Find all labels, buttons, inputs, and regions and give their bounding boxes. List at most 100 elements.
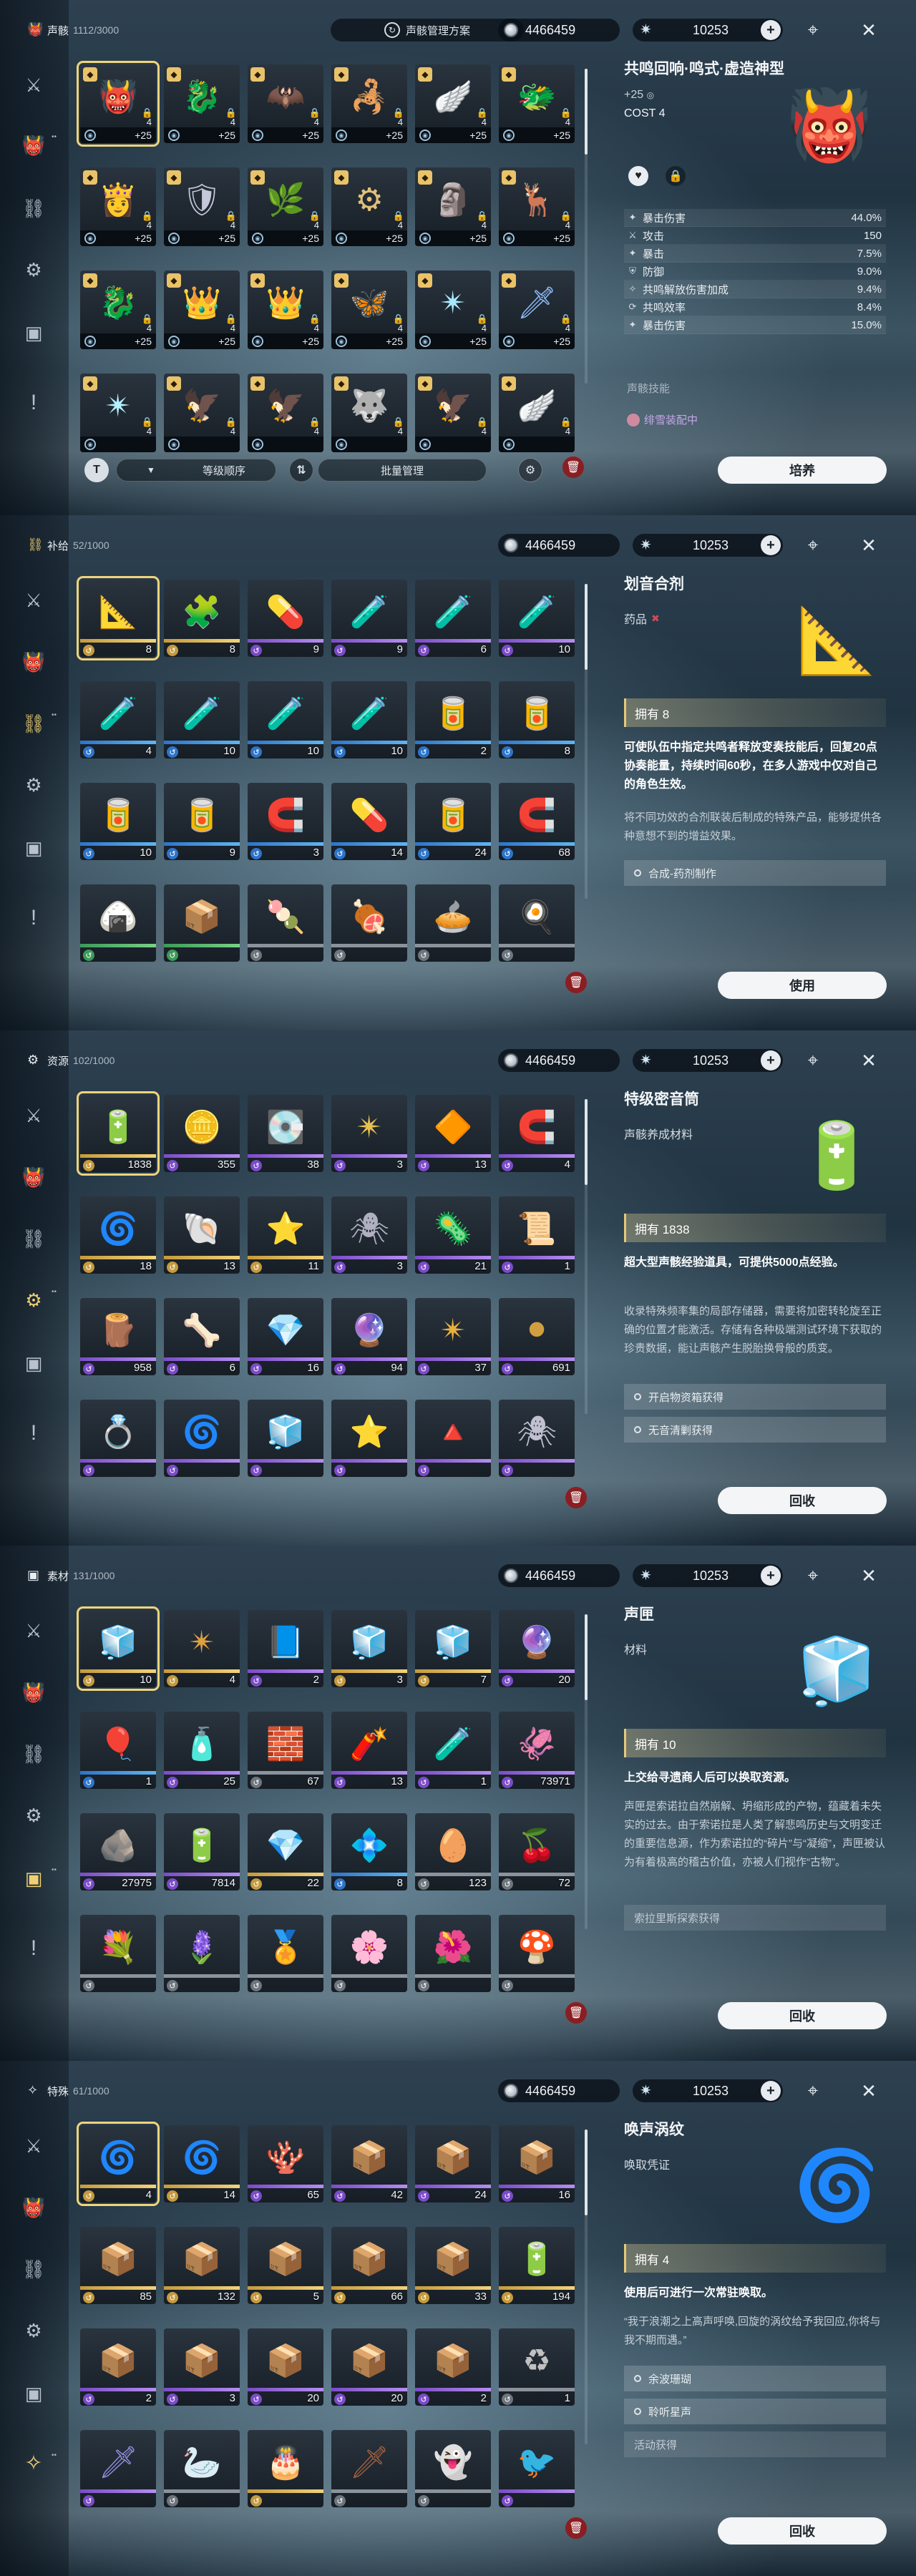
inventory-slot[interactable]: 🪨 27975 ↺: [80, 1813, 156, 1890]
inventory-slot[interactable]: ✴ 37 ↺: [415, 1298, 491, 1375]
inventory-slot[interactable]: 📦 20 ↺: [248, 2328, 323, 2406]
inventory-slot[interactable]: 💐 ↺: [80, 1915, 156, 1992]
inventory-slot[interactable]: 👸 ◆ 🔒 4 ◉ +25: [80, 167, 156, 246]
scheme-button[interactable]: ↻ 声骸管理方案: [331, 19, 524, 42]
inventory-slot[interactable]: 📦 85 ↺: [80, 2227, 156, 2304]
inventory-slot[interactable]: 💎 16 ↺: [248, 1298, 323, 1375]
inventory-slot[interactable]: 💠 8 ↺: [331, 1813, 407, 1890]
inventory-slot[interactable]: 🗡 ↺: [80, 2430, 156, 2507]
target-icon[interactable]: ⌖: [800, 1048, 826, 1073]
sidebar-echo-icon[interactable]: 👹: [20, 1163, 47, 1191]
inventory-slot[interactable]: 🧨 13 ↺: [331, 1712, 407, 1789]
inventory-slot[interactable]: 🧲 68 ↺: [499, 783, 575, 860]
discard-button[interactable]: 🗑: [565, 972, 587, 993]
inventory-slot[interactable]: 🧪 10 ↺: [248, 681, 323, 758]
inventory-slot[interactable]: ⚙ ◆ 🔒 4 ◉ +25: [331, 167, 407, 246]
inventory-slot[interactable]: 💊 9 ↺: [248, 580, 323, 657]
inventory-slot[interactable]: 🪸 65 ↺: [248, 2125, 323, 2202]
inventory-slot[interactable]: 🦌 ◆ 🔒 4 ◉ +25: [499, 167, 575, 246]
inventory-slot[interactable]: 🐲 ◆ 🔒 4 ◉ +25: [499, 64, 575, 143]
close-icon[interactable]: ✕: [856, 1048, 882, 1073]
grid-scrollbar[interactable]: [585, 2129, 588, 2444]
inventory-slot[interactable]: 📦 5 ↺: [248, 2227, 323, 2304]
inventory-slot[interactable]: 🧪 1 ↺: [415, 1712, 491, 1789]
filter-button[interactable]: T: [84, 458, 109, 482]
sidebar-echo-icon[interactable]: 👹: [20, 132, 47, 159]
inventory-slot[interactable]: 🐺 ◆ 🔒 4 ◉: [331, 374, 407, 452]
grid-scrollbar[interactable]: [585, 69, 588, 384]
inventory-slot[interactable]: 🌸 ↺: [331, 1915, 407, 1992]
inventory-slot[interactable]: 🗡 ◆ 🔒 4 ◉ +25: [499, 270, 575, 349]
inventory-slot[interactable]: 🌀 14 ↺: [164, 2125, 240, 2202]
recycle-button[interactable]: 回收: [718, 2002, 887, 2029]
inventory-slot[interactable]: 🐉 ◆ 🔒 4 ◉ +25: [164, 64, 240, 143]
inventory-slot[interactable]: 🕷 3 ↺: [331, 1196, 407, 1274]
grid-scrollbar[interactable]: [585, 1614, 588, 1929]
inventory-slot[interactable]: 🥫 10 ↺: [80, 783, 156, 860]
inventory-slot[interactable]: 👑 ◆ 🔒 4 ◉ +25: [164, 270, 240, 349]
recycle-button[interactable]: 回收: [718, 2517, 887, 2545]
inventory-slot[interactable]: 🐦 ↺: [499, 2430, 575, 2507]
close-icon[interactable]: ✕: [856, 17, 882, 43]
inventory-slot[interactable]: 🍳 ↺: [499, 884, 575, 962]
sidebar-echo-icon[interactable]: 👹: [20, 1679, 47, 1706]
inventory-slot[interactable]: 📦 3 ↺: [164, 2328, 240, 2406]
sidebar-weapon-icon[interactable]: ⚔: [20, 2132, 47, 2160]
close-icon[interactable]: ✕: [856, 532, 882, 558]
sidebar-supply-icon[interactable]: ⛓: [20, 710, 47, 737]
inventory-slot[interactable]: 🪵 958 ↺: [80, 1298, 156, 1375]
use-button[interactable]: 使用: [718, 972, 887, 999]
heart-icon[interactable]: ♥: [628, 166, 648, 186]
sidebar-material-icon[interactable]: ▣: [20, 2380, 47, 2407]
inventory-slot[interactable]: 🧪 10 ↺: [499, 580, 575, 657]
inventory-slot[interactable]: ✴ 3 ↺: [331, 1095, 407, 1172]
inventory-slot[interactable]: 🥫 9 ↺: [164, 783, 240, 860]
inventory-slot[interactable]: 🌀 18 ↺: [80, 1196, 156, 1274]
inventory-slot[interactable]: 🥫 2 ↺: [415, 681, 491, 758]
inventory-slot[interactable]: 🎈 1 ↺: [80, 1712, 156, 1789]
inventory-slot[interactable]: 📦 66 ↺: [331, 2227, 407, 2304]
inventory-slot[interactable]: 🦇 ◆ 🔒 4 ◉ +25: [248, 64, 323, 143]
sidebar-special-icon[interactable]: ✧: [20, 2450, 47, 2477]
inventory-slot[interactable]: 🧪 10 ↺: [164, 681, 240, 758]
inventory-slot[interactable]: 📦 20 ↺: [331, 2328, 407, 2406]
inventory-slot[interactable]: 🌿 ◆ 🔒 4 ◉ +25: [248, 167, 323, 246]
sidebar-echo-icon[interactable]: 👹: [20, 648, 47, 675]
inventory-slot[interactable]: 🗿 ◆ 🔒 4 ◉ +25: [415, 167, 491, 246]
inventory-slot[interactable]: 🍖 ↺: [331, 884, 407, 962]
source-item[interactable]: 合成-药剂制作: [624, 860, 886, 886]
inventory-slot[interactable]: 📦 2 ↺: [80, 2328, 156, 2406]
sidebar-supply-icon[interactable]: ⛓: [20, 1225, 47, 1252]
inventory-slot[interactable]: 🏅 ↺: [248, 1915, 323, 1992]
inventory-slot[interactable]: 📦 ↺: [164, 884, 240, 962]
inventory-slot[interactable]: 🧪 4 ↺: [80, 681, 156, 758]
develop-button[interactable]: 培养: [718, 457, 887, 484]
sidebar-material-icon[interactable]: ▣: [20, 834, 47, 862]
lock-icon[interactable]: 🔒: [666, 166, 686, 186]
grid-scrollbar[interactable]: [585, 584, 588, 899]
source-item[interactable]: 聆听星声: [624, 2399, 886, 2424]
sidebar-weapon-icon[interactable]: ⚔: [20, 587, 47, 614]
source-item[interactable]: 无音清剿获得: [624, 1417, 886, 1443]
sidebar-resource-icon[interactable]: ⚙: [20, 256, 47, 283]
inventory-slot[interactable]: 📦 42 ↺: [331, 2125, 407, 2202]
inventory-slot[interactable]: 🧊 7 ↺: [415, 1610, 491, 1687]
inventory-slot[interactable]: 🪻 ↺: [164, 1915, 240, 1992]
inventory-slot[interactable]: ✴ ◆ 🔒 4 ◉: [80, 374, 156, 452]
inventory-slot[interactable]: 🧪 10 ↺: [331, 681, 407, 758]
sidebar-echo-icon[interactable]: 👹: [20, 2194, 47, 2221]
settings-icon[interactable]: ⚙: [518, 458, 542, 482]
inventory-slot[interactable]: 🦂 ◆ 🔒 4 ◉ +25: [331, 64, 407, 143]
inventory-slot[interactable]: 📦 24 ↺: [415, 2125, 491, 2202]
inventory-slot[interactable]: 🔺 ↺: [415, 1400, 491, 1477]
add-astrite-button[interactable]: +: [761, 1050, 781, 1070]
inventory-slot[interactable]: 🥫 24 ↺: [415, 783, 491, 860]
sort-order-button[interactable]: ⇅: [289, 458, 313, 482]
add-astrite-button[interactable]: +: [761, 1566, 781, 1586]
inventory-slot[interactable]: 🗡 ↺: [331, 2430, 407, 2507]
target-icon[interactable]: ⌖: [800, 532, 826, 558]
recycle-button[interactable]: 回收: [718, 1487, 887, 1514]
inventory-slot[interactable]: 🌀 4 ↺: [77, 2122, 160, 2206]
sidebar-material-icon[interactable]: ▣: [20, 1350, 47, 1377]
inventory-slot[interactable]: 🐉 ◆ 🔒 4 ◉ +25: [80, 270, 156, 349]
